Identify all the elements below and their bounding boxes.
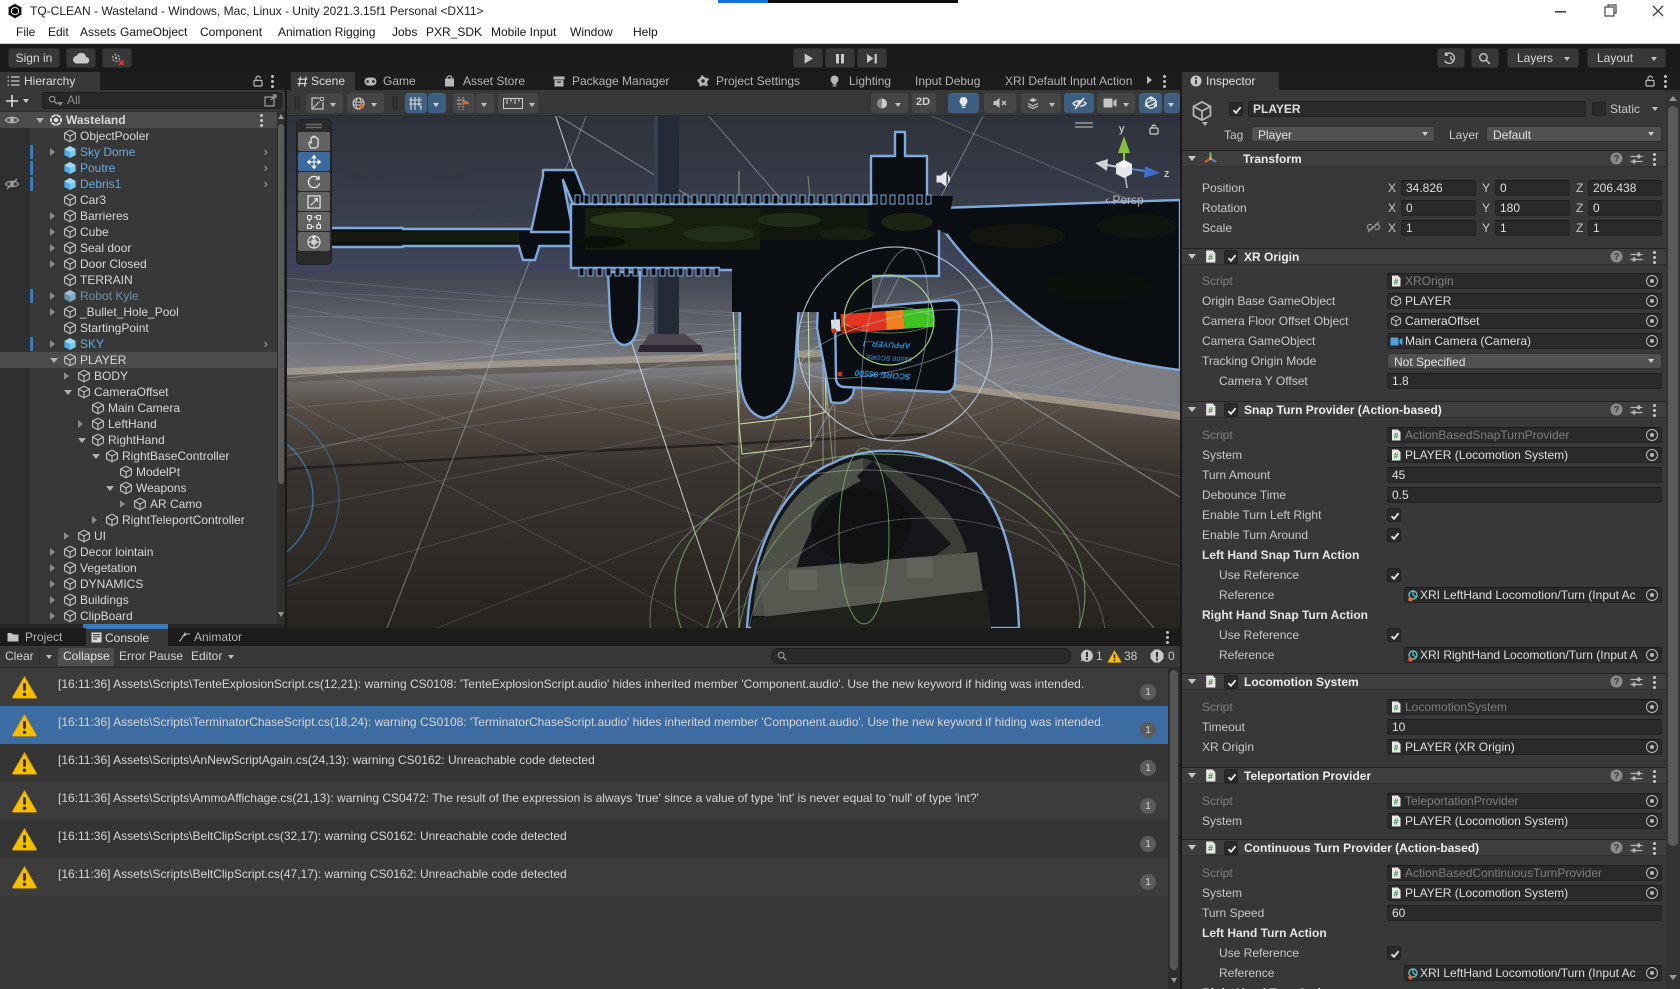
svg-text:#: # bbox=[1394, 889, 1399, 898]
svg-text:#: # bbox=[1394, 743, 1399, 752]
svg-text:#: # bbox=[1208, 771, 1213, 781]
svg-text:#: # bbox=[1394, 797, 1399, 806]
svg-text:?: ? bbox=[1614, 405, 1620, 415]
svg-text:?: ? bbox=[1614, 154, 1620, 164]
svg-text:#: # bbox=[1394, 869, 1399, 878]
svg-text:?: ? bbox=[1614, 252, 1620, 262]
svg-text:#: # bbox=[1394, 277, 1399, 286]
svg-text:y: y bbox=[1119, 123, 1125, 135]
svg-text:Y: Y bbox=[419, 105, 422, 110]
svg-text:z: z bbox=[1164, 168, 1170, 180]
svg-text:#: # bbox=[1394, 703, 1399, 712]
svg-text:#: # bbox=[1394, 451, 1399, 460]
svg-text:?: ? bbox=[1614, 771, 1620, 781]
svg-text:?: ? bbox=[1614, 677, 1620, 687]
svg-text:?: ? bbox=[1614, 843, 1620, 853]
svg-text:#: # bbox=[1208, 677, 1213, 687]
svg-text:#: # bbox=[1208, 405, 1213, 415]
svg-text:#: # bbox=[1394, 817, 1399, 826]
svg-text:#: # bbox=[1208, 252, 1213, 262]
svg-text:#: # bbox=[1208, 843, 1213, 853]
svg-text:#: # bbox=[1394, 431, 1399, 440]
svg-text:‹ Persp: ‹ Persp bbox=[1105, 193, 1144, 207]
